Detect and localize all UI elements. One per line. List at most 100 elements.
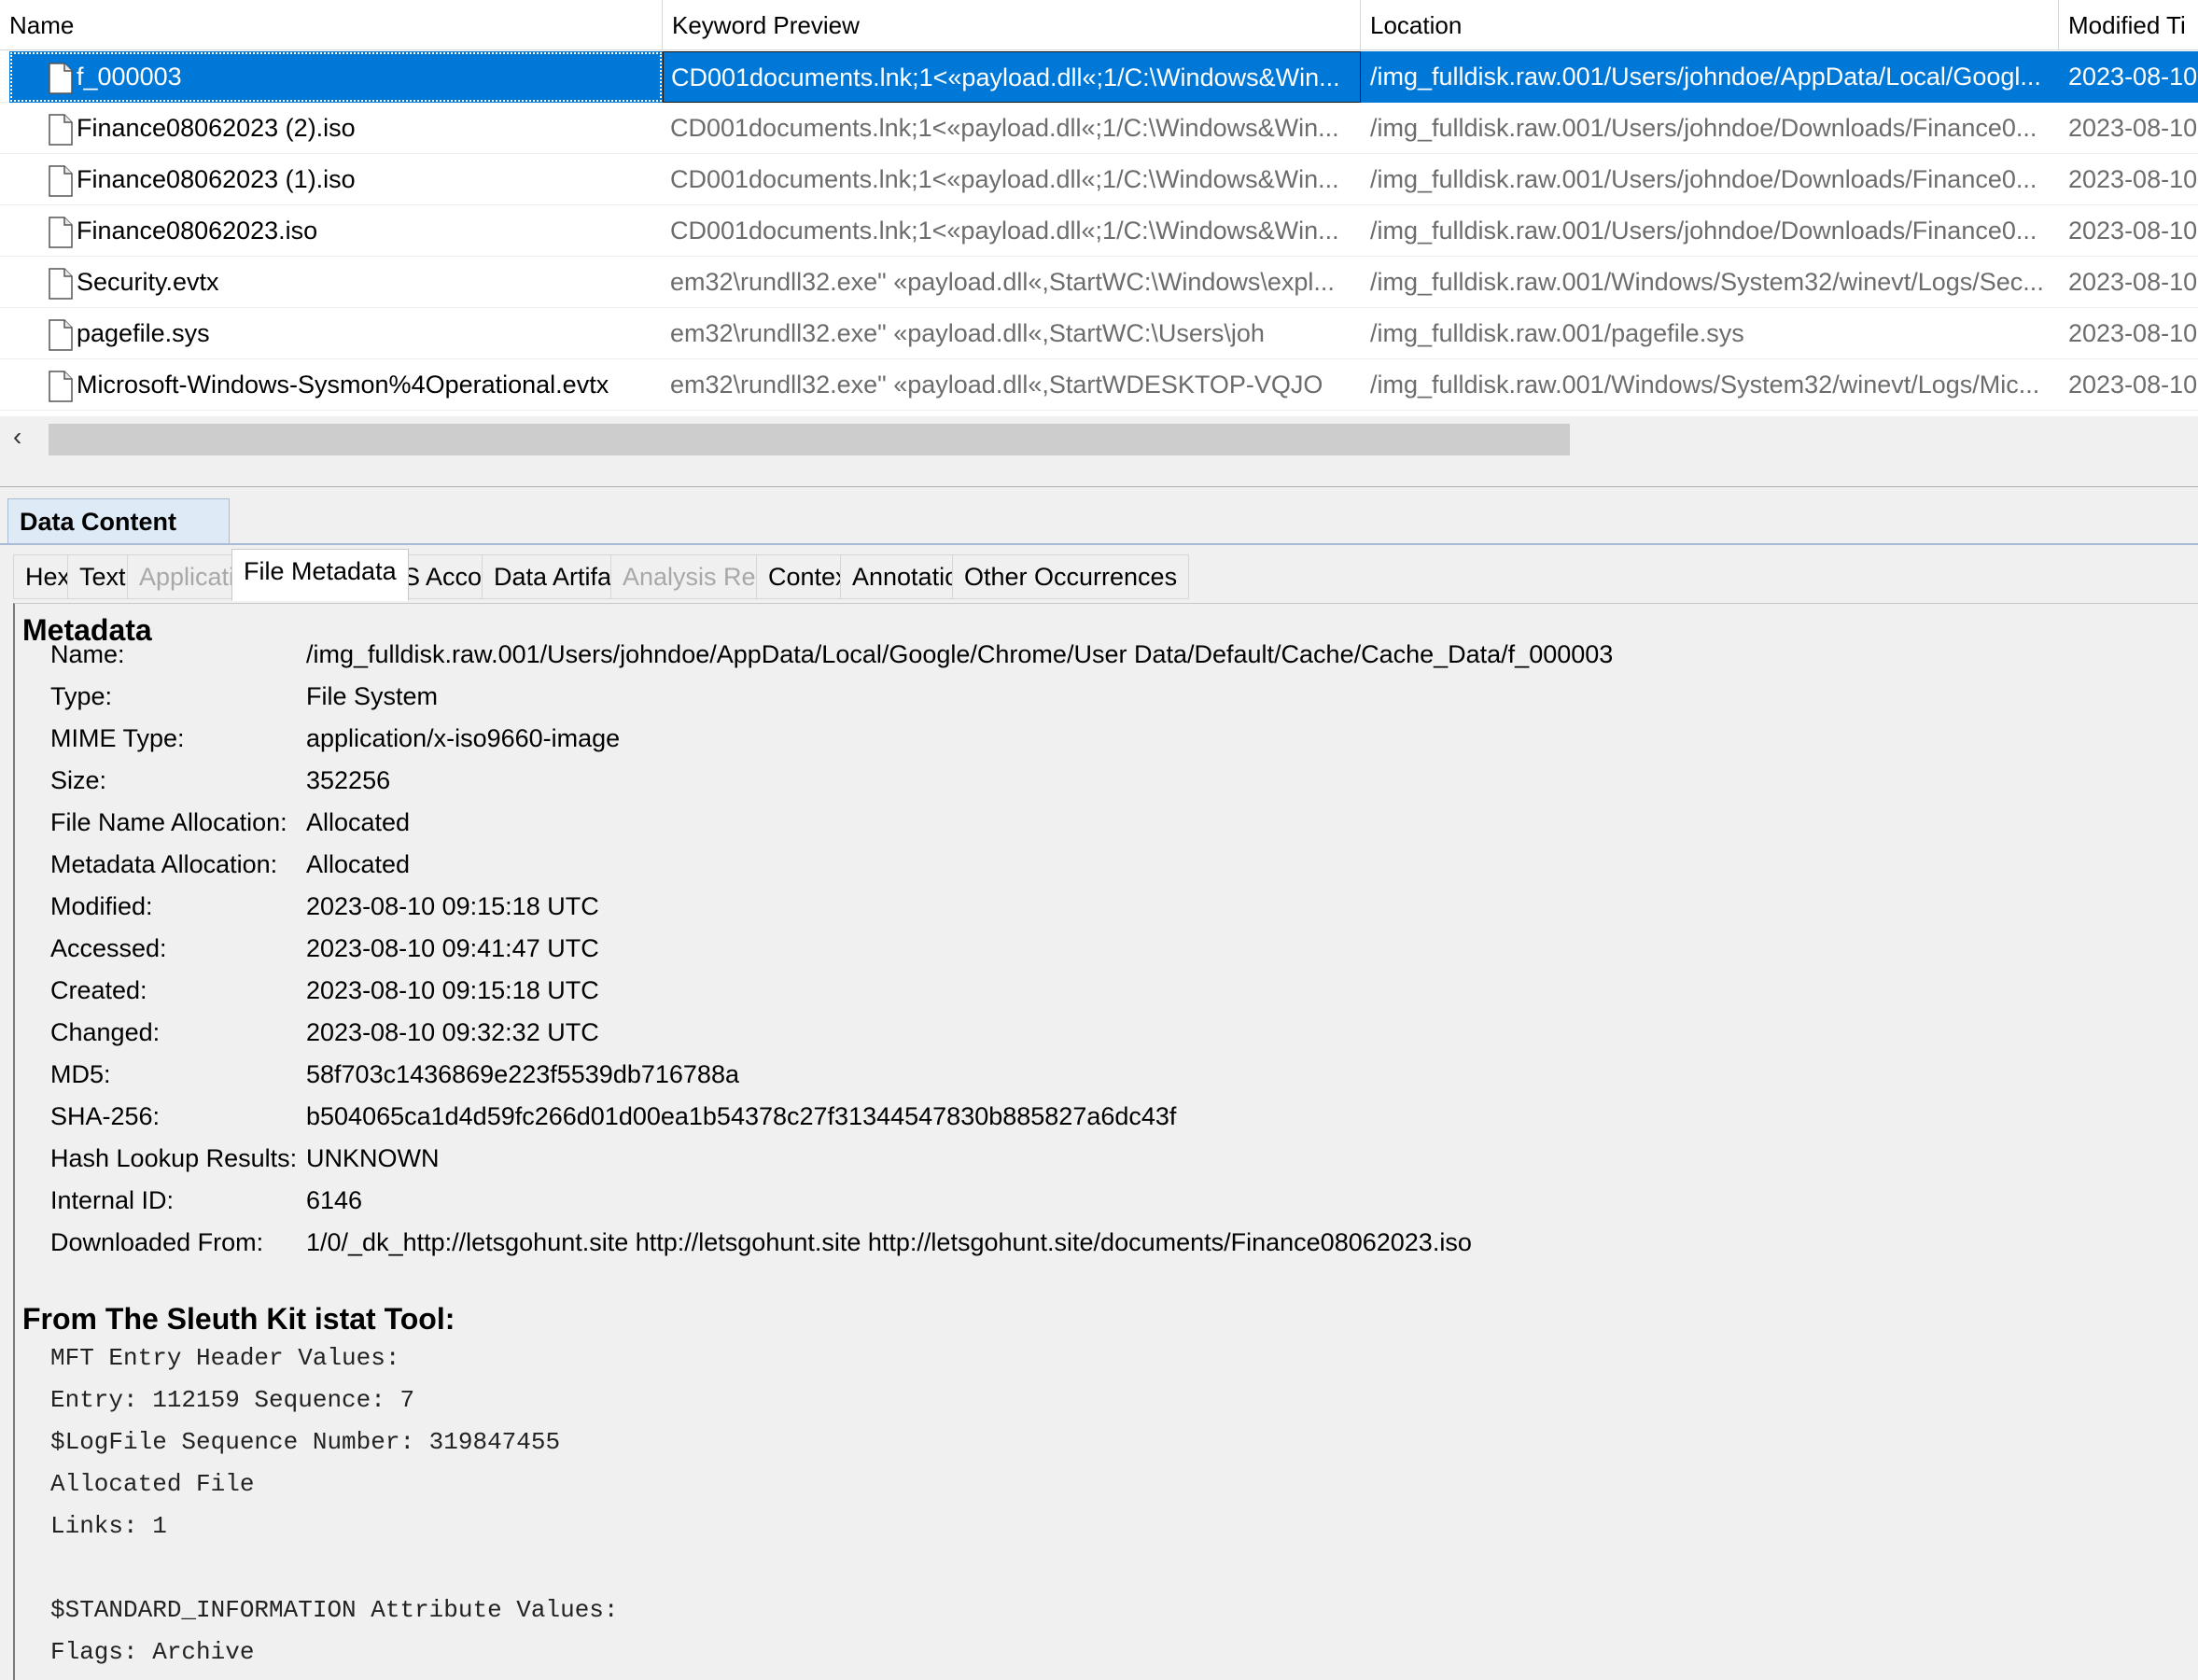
istat-heading: From The Sleuth Kit istat Tool: — [22, 1302, 455, 1336]
metadata-label: Internal ID: — [50, 1186, 175, 1214]
file-name: Finance08062023 (2).iso — [77, 114, 356, 142]
file-name: f_000003 — [77, 63, 182, 91]
autopsy-window: Name Keyword Preview Location Modified T… — [0, 0, 2198, 1680]
metadata-label: File Name Allocation: — [50, 808, 287, 836]
metadata-value: 2023-08-10 09:32:32 UTC — [306, 1018, 599, 1046]
metadata-value: 352256 — [306, 766, 391, 794]
cell-modified[interactable]: 2023-08-10 — [2059, 154, 2198, 205]
metadata-label: Modified: — [50, 892, 153, 920]
chevron-left-icon[interactable]: ‹ — [13, 422, 21, 452]
cell-name[interactable]: Microsoft-Windows-Sysmon%4Operational.ev… — [9, 359, 663, 411]
metadata-label: Changed: — [50, 1018, 161, 1046]
cell-keyword-preview[interactable]: em32\rundll32.exe" «payload.dll«,StartWC… — [663, 257, 1361, 308]
cell-keyword-preview[interactable]: CD001documents.lnk;1<«payload.dll«;1/C:\… — [663, 103, 1361, 154]
file-icon — [49, 215, 73, 248]
table-row[interactable]: Security.evtx em32\rundll32.exe" «payload… — [0, 257, 2198, 308]
cell-modified[interactable]: 2023-08-10 — [2059, 308, 2198, 359]
horizontal-scrollbar[interactable]: ‹ — [0, 416, 2198, 459]
cell-keyword-preview[interactable]: CD001documents.lnk;1<«payload.dll«;1/C:\… — [663, 51, 1361, 103]
cell-modified[interactable]: 2023-08-10 — [2059, 359, 2198, 411]
scrollbar-thumb[interactable] — [49, 424, 1570, 455]
column-header-keyword-preview[interactable]: Keyword Preview — [663, 0, 1361, 50]
column-header-location[interactable]: Location — [1361, 0, 2059, 50]
metadata-value: 1/0/_dk_http://letsgohunt.site http://le… — [306, 1228, 1472, 1256]
data-content-tab[interactable]: Data Content — [7, 498, 230, 543]
metadata-label: Accessed: — [50, 934, 167, 962]
file-icon — [49, 61, 73, 94]
metadata-value: /img_fulldisk.raw.001/Users/johndoe/AppD… — [306, 640, 1614, 668]
metadata-value: 6146 — [306, 1186, 363, 1214]
column-header-name[interactable]: Name — [0, 0, 663, 50]
file-name: Finance08062023.iso — [77, 217, 318, 245]
metadata-value: 2023-08-10 09:41:47 UTC — [306, 934, 599, 962]
cell-keyword-preview[interactable]: CD001documents.lnk;1<«payload.dll«;1/C:\… — [663, 154, 1361, 205]
file-name: Microsoft-Windows-Sysmon%4Operational.ev… — [77, 371, 609, 399]
cell-modified[interactable]: 2023-08-10 — [2059, 103, 2198, 154]
istat-line: MFT Entry Header Values: — [50, 1344, 400, 1372]
file-icon — [49, 369, 73, 402]
file-name: Finance08062023 (1).iso — [77, 165, 356, 193]
tab-file-metadata[interactable]: File Metadata — [231, 549, 409, 601]
cell-name[interactable]: Security.evtx — [9, 257, 663, 308]
metadata-value: Allocated — [306, 808, 411, 836]
cell-modified[interactable]: 2023-08-10 — [2059, 205, 2198, 257]
metadata-value: application/x-iso9660-image — [306, 724, 621, 752]
cell-location[interactable]: /img_fulldisk.raw.001/Users/johndoe/Down… — [1361, 205, 2059, 257]
metadata-label: Type: — [50, 682, 113, 710]
table-row[interactable]: pagefile.sys em32\rundll32.exe" «payload.… — [0, 308, 2198, 359]
cell-modified[interactable]: 2023-08-10 — [2059, 51, 2198, 103]
file-icon — [49, 266, 73, 300]
tab-other-occurrences[interactable]: Other Occurrences — [952, 554, 1190, 599]
metadata-label: Name: — [50, 640, 125, 668]
metadata-label: MD5: — [50, 1060, 111, 1088]
file-metadata-view: Metadata Name:/img_fulldisk.raw.001/User… — [13, 603, 2198, 1680]
column-header-modified-time[interactable]: Modified Ti — [2059, 0, 2198, 50]
metadata-value: 58f703c1436869e223f5539db716788a — [306, 1060, 739, 1088]
istat-line: Links: 1 — [50, 1512, 167, 1540]
cell-name[interactable]: Finance08062023 (2).iso — [9, 103, 663, 154]
metadata-value: File System — [306, 682, 439, 710]
file-icon — [49, 163, 73, 197]
cell-keyword-preview[interactable]: em32\rundll32.exe" «payload.dll«,StartWC… — [663, 308, 1361, 359]
cell-location[interactable]: /img_fulldisk.raw.001/Windows/System32/w… — [1361, 359, 2059, 411]
metadata-value: UNKNOWN — [306, 1144, 440, 1172]
cell-modified[interactable]: 2023-08-10 — [2059, 257, 2198, 308]
cell-name[interactable]: pagefile.sys — [9, 308, 663, 359]
pane-splitter[interactable] — [0, 459, 2198, 487]
metadata-label: MIME Type: — [50, 724, 185, 752]
table-header: Name Keyword Preview Location Modified T… — [0, 0, 2198, 50]
metadata-label: Size: — [50, 766, 107, 794]
cell-keyword-preview[interactable]: em32\rundll32.exe" «payload.dll«,StartWD… — [663, 359, 1361, 411]
istat-line: Allocated File — [50, 1470, 255, 1498]
metadata-value: 2023-08-10 09:15:18 UTC — [306, 892, 599, 920]
file-icon — [49, 317, 73, 351]
istat-line: Flags: Archive — [50, 1638, 255, 1666]
cell-location[interactable]: /img_fulldisk.raw.001/Windows/System32/w… — [1361, 257, 2059, 308]
istat-line: $LogFile Sequence Number: 319847455 — [50, 1428, 561, 1456]
cell-name[interactable]: Finance08062023 (1).iso — [9, 154, 663, 205]
cell-location[interactable]: /img_fulldisk.raw.001/Users/johndoe/Down… — [1361, 154, 2059, 205]
metadata-label: SHA-256: — [50, 1102, 161, 1130]
metadata-label: Hash Lookup Results: — [50, 1144, 298, 1172]
metadata-label: Created: — [50, 976, 147, 1004]
table-row[interactable]: Finance08062023 (2).iso CD001documents.ln… — [0, 103, 2198, 154]
table-row[interactable]: Finance08062023.iso CD001documents.lnk;1<… — [0, 205, 2198, 257]
file-name: pagefile.sys — [77, 319, 210, 347]
cell-name[interactable]: Finance08062023.iso — [9, 205, 663, 257]
table-row[interactable]: Finance08062023 (1).iso CD001documents.ln… — [0, 154, 2198, 205]
cell-location[interactable]: /img_fulldisk.raw.001/Users/johndoe/Down… — [1361, 103, 2059, 154]
file-icon — [49, 112, 73, 146]
table-row[interactable]: f_000003 CD001documents.lnk;1<«payload.dl… — [0, 51, 2198, 103]
metadata-value: b504065ca1d4d59fc266d01d00ea1b54378c27f3… — [306, 1102, 1177, 1130]
cell-keyword-preview[interactable]: CD001documents.lnk;1<«payload.dll«;1/C:\… — [663, 205, 1361, 257]
metadata-label: Metadata Allocation: — [50, 850, 278, 878]
metadata-value: 2023-08-10 09:15:18 UTC — [306, 976, 599, 1004]
metadata-label: Downloaded From: — [50, 1228, 264, 1256]
istat-line: Entry: 112159 Sequence: 7 — [50, 1386, 415, 1414]
table-row[interactable]: Microsoft-Windows-Sysmon%4Operational.ev… — [0, 359, 2198, 411]
results-table: Name Keyword Preview Location Modified T… — [0, 0, 2198, 411]
cell-name[interactable]: f_000003 — [9, 51, 663, 103]
metadata-value: Allocated — [306, 850, 411, 878]
cell-location[interactable]: /img_fulldisk.raw.001/pagefile.sys — [1361, 308, 2059, 359]
cell-location[interactable]: /img_fulldisk.raw.001/Users/johndoe/AppD… — [1361, 51, 2059, 103]
